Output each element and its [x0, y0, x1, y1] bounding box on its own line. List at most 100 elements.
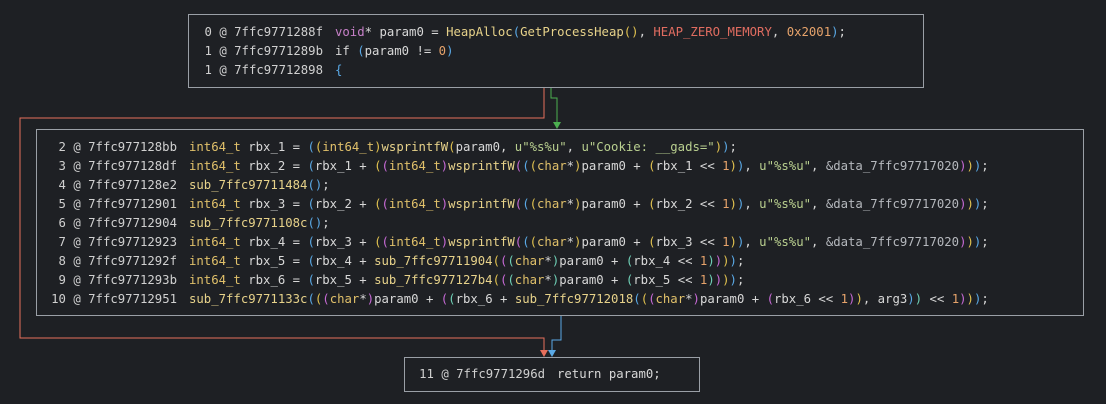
code-token: ): [446, 44, 454, 58]
code-token: (: [648, 235, 656, 249]
instruction-line[interactable]: 8 @ 7ffc9771292f int64_t rbx_5 = (rbx_4 +…: [47, 252, 1073, 271]
code-token: (: [529, 197, 538, 211]
instruction-code: int64_t rbx_3 = (rbx_2 + ((int64_t)wspri…: [177, 197, 989, 211]
code-token: ): [374, 140, 382, 154]
code-token: (: [640, 292, 649, 306]
code-token: int64_t: [189, 273, 249, 287]
instruction-line[interactable]: 11 @ 7ffc9771296d return param0;: [415, 365, 689, 384]
code-token: (: [307, 159, 315, 173]
code-token: (: [448, 140, 456, 154]
code-token: int64_t: [189, 140, 249, 154]
code-token: HeapAlloc: [446, 25, 513, 39]
code-token: *: [566, 235, 575, 249]
code-token: (: [307, 197, 315, 211]
edge-unconditional: [551, 316, 562, 352]
code-token: param0,: [455, 140, 515, 154]
edge-true: [550, 88, 558, 124]
code-token: int64_t: [388, 197, 441, 211]
code-token: ,: [744, 235, 760, 249]
code-token: ;: [981, 292, 989, 306]
code-token: 0x2001: [786, 25, 832, 39]
code-token: (: [529, 159, 538, 173]
instruction-line[interactable]: 5 @ 7ffc97712901 int64_t rbx_3 = (rbx_2 +…: [47, 195, 1073, 214]
instruction-address: 6 @ 7ffc97712904: [58, 216, 177, 230]
instruction-address: 4 @ 7ffc977128e2: [58, 178, 177, 192]
code-token: rbx_3 <<: [655, 235, 723, 249]
code-token: ;: [981, 197, 989, 211]
code-token: *: [566, 159, 575, 173]
code-token: (: [307, 292, 315, 306]
code-token: rbx_6 +: [455, 292, 515, 306]
basic-block-entry[interactable]: 0 @ 7ffc9771288f void* param0 = HeapAlloc…: [188, 14, 924, 88]
code-token: *: [685, 292, 693, 306]
code-token: wsprintfW: [448, 159, 515, 173]
code-token: ): [855, 292, 863, 306]
code-token: ;: [736, 254, 745, 268]
instruction-line[interactable]: 3 @ 7ffc977128df int64_t rbx_2 = (rbx_1 +…: [47, 157, 1073, 176]
instruction-code: int64_t rbx_2 = (rbx_1 + ((int64_t)wspri…: [177, 159, 989, 173]
code-token: int64_t: [189, 254, 249, 268]
instruction-line[interactable]: 10 @ 7ffc97712951 sub_7ffc9771133c(((char…: [47, 290, 1073, 309]
code-token: (: [322, 292, 330, 306]
instruction-code: int64_t rbx_1 = ((int64_t)wsprintfW(para…: [177, 140, 737, 154]
code-token: rbx_1 <<: [655, 159, 723, 173]
code-token: ): [959, 292, 967, 306]
code-token: int64_t: [388, 235, 441, 249]
instruction-address: 2 @ 7ffc977128bb: [58, 140, 177, 154]
instruction-address: 8 @ 7ffc9771292f: [58, 254, 177, 268]
instruction-line[interactable]: 7 @ 7ffc97712923 int64_t rbx_4 = (rbx_3 +…: [47, 233, 1073, 252]
instruction-line[interactable]: 4 @ 7ffc977128e2 sub_7ffc97711484();: [47, 176, 1073, 195]
code-token: sub_7ffc97712018: [514, 292, 634, 306]
code-token: ,: [566, 140, 582, 154]
code-token: ;: [322, 178, 330, 192]
code-token: (: [522, 197, 530, 211]
code-token: u"Cookie: __gads=": [581, 140, 715, 154]
instruction-line[interactable]: 0 @ 7ffc9771288f void* param0 = HeapAlloc…: [199, 23, 913, 42]
code-token: wsprintfW: [448, 235, 515, 249]
instruction-address: 7 @ 7ffc97712923: [58, 235, 177, 249]
instruction-code: int64_t rbx_4 = (rbx_3 + ((int64_t)wspri…: [177, 235, 989, 249]
basic-block-exit[interactable]: 11 @ 7ffc9771296d return param0;: [404, 357, 700, 392]
code-token: param0 +: [581, 197, 649, 211]
code-token: param0 +: [581, 235, 649, 249]
code-token: (: [381, 235, 389, 249]
code-token: ,: [744, 159, 760, 173]
code-token: ): [966, 292, 974, 306]
edge-true-arrow: [553, 122, 561, 129]
code-token: (: [374, 235, 382, 249]
basic-block-body[interactable]: 2 @ 7ffc977128bb int64_t rbx_1 = ((int64_…: [36, 129, 1084, 316]
code-token: (): [623, 25, 639, 39]
code-token: =: [423, 25, 447, 39]
code-token: rbx_1 =: [248, 140, 308, 154]
code-token: sub_7ffc977127b4: [374, 273, 493, 287]
instruction-line[interactable]: 9 @ 7ffc9771293b int64_t rbx_6 = (rbx_5 +…: [47, 271, 1073, 290]
instruction-code: int64_t rbx_6 = (rbx_5 + sub_7ffc977127b…: [177, 273, 744, 287]
code-token: sub_7ffc9771133c: [189, 292, 308, 306]
code-token: rbx_6 =: [248, 273, 308, 287]
instruction-line[interactable]: 2 @ 7ffc977128bb int64_t rbx_1 = ((int64_…: [47, 138, 1073, 157]
code-token: arg3: [877, 292, 908, 306]
code-token: (: [507, 254, 515, 268]
instruction-line[interactable]: 1 @ 7ffc9771289b if (param0 != 0): [199, 42, 913, 61]
code-token: u"%s%u": [759, 197, 811, 211]
instruction-code: if (param0 != 0): [323, 44, 453, 58]
code-token: rbx_3 =: [248, 197, 308, 211]
code-token: ): [714, 140, 723, 154]
instruction-line[interactable]: 6 @ 7ffc97712904 sub_7ffc9771108c();: [47, 214, 1073, 233]
code-token: param0 +: [559, 254, 626, 268]
code-token: ;: [653, 367, 661, 381]
instruction-line[interactable]: 1 @ 7ffc97712898 {: [199, 61, 913, 80]
code-token: 1: [951, 292, 960, 306]
code-token: (: [307, 235, 315, 249]
code-token: int64_t: [322, 140, 375, 154]
code-token: HEAP_ZERO_MEMORY: [653, 25, 772, 39]
code-token: ): [707, 273, 715, 287]
code-token: ): [707, 254, 715, 268]
code-token: GetProcessHeap: [520, 25, 624, 39]
code-token: param0: [379, 25, 424, 39]
code-token: ): [907, 292, 915, 306]
code-token: ;: [981, 159, 989, 173]
code-token: 1: [722, 197, 730, 211]
code-token: sub_7ffc97711904: [374, 254, 493, 268]
code-token: &data_7ffc97717020: [825, 197, 960, 211]
